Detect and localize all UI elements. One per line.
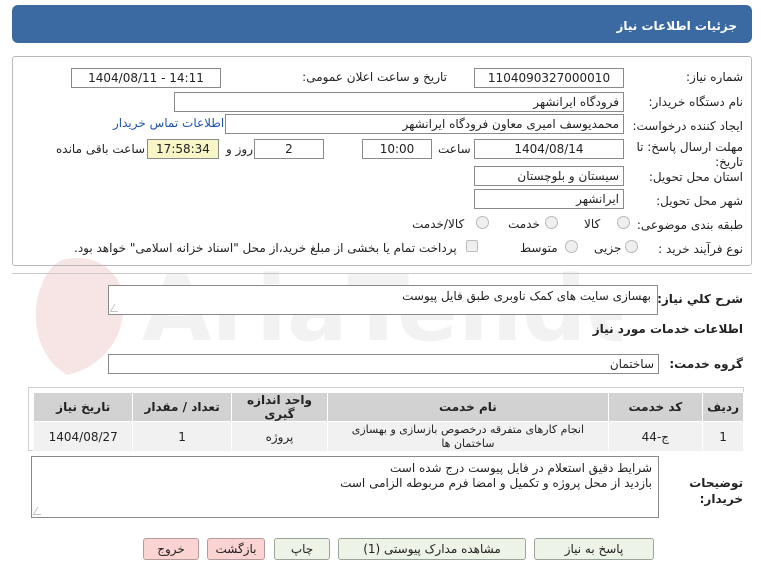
days-and-label: روز و [226,142,253,156]
back-button[interactable]: بازگشت [207,538,265,560]
col-date-header: تاریخ نیاز [32,392,134,422]
payment-note: پرداخت تمام یا بخشی از مبلغ خرید،از محل … [74,241,457,255]
general-desc-text: بهسازی سایت های کمک ناوبری طبق فایل پیوس… [402,289,651,303]
cell-row: 1 [702,421,744,452]
exit-button[interactable]: خروج [143,538,199,560]
time-left-label: ساعت باقی مانده [56,142,146,156]
process-minor-radio[interactable] [625,240,638,253]
deadline-label: مهلت ارسال پاسخ: تا تاریخ: [636,140,743,169]
items-table: ردیف کد خدمت نام خدمت واحد اندازه گیری ت… [32,392,744,452]
resize-grip[interactable] [109,304,123,312]
province-field: سیستان و بلوچستان [474,166,624,186]
treasury-checkbox[interactable] [466,240,478,252]
process-type-label: نوع فرآیند خرید : [658,242,743,256]
process-medium-label: متوسط [520,241,558,255]
col-code-header: کد خدمت [607,392,704,422]
buyer-notes-field: شرایط دقیق استعلام در فایل پیوست درج شده… [31,456,659,518]
resize-grip[interactable] [32,507,46,515]
buyer-org-field: فرودگاه ایرانشهر [174,92,624,112]
view-attachments-button[interactable]: مشاهده مدارک پیوستی (1) [338,538,526,560]
reply-button[interactable]: پاسخ به نیاز [534,538,654,560]
category-service-label: خدمت [508,217,540,231]
table-header-row: ردیف کد خدمت نام خدمت واحد اندازه گیری ت… [32,392,744,422]
buyer-notes-line-2: بازدید از محل پروژه و تکمیل و امضا فرم م… [340,476,652,490]
category-service-radio[interactable] [545,216,558,229]
time-label: ساعت [438,142,471,156]
general-desc-field: بهسازی سایت های کمک ناوبری طبق فایل پیوس… [108,285,658,315]
table-row: 1 ج-44 انجام کارهای متفرقه درخصوص بازساز… [32,421,744,452]
category-both-label: کالا/خدمت [412,217,465,231]
general-desc-label: شرح کلي نياز: [657,292,743,306]
col-name-header: نام خدمت [327,392,609,422]
service-group-label: گروه خدمت: [669,357,743,371]
buyer-notes-line-1: شرایط دقیق استعلام در فایل پیوست درج شده… [389,461,652,475]
category-goods-label: کالا [584,217,601,231]
col-row-header: ردیف [702,392,744,422]
service-group-field: ساختمان [108,354,659,374]
services-info-title: اطلاعات خدمات مورد نیاز [592,322,743,336]
need-number-field: 1104090327000010 [474,68,624,88]
category-both-radio[interactable] [476,216,489,229]
print-button[interactable]: چاپ [274,538,330,560]
buyer-notes-label: توضیحات خریدار: [689,476,743,506]
divider [12,273,752,274]
announce-datetime-field: 1404/08/11 - 14:11 [71,68,221,88]
cell-name: انجام کارهای متفرقه درخصوص بازسازی و بهس… [327,421,609,452]
cell-date: 1404/08/27 [32,421,134,452]
cell-code: ج-44 [607,421,704,452]
cell-unit: پروژه [230,421,329,452]
col-unit-header: واحد اندازه گیری [230,392,329,422]
remaining-time-field: 17:58:34 [147,139,219,159]
col-qty-header: تعداد / مقدار [132,392,232,422]
process-medium-radio[interactable] [565,240,578,253]
category-goods-radio[interactable] [617,216,630,229]
process-minor-label: جزیی [594,241,622,255]
deadline-time-field: 10:00 [362,139,432,159]
province-label: استان محل تحویل: [648,170,743,184]
buyer-contact-link[interactable]: اطلاعات تماس خریدار [113,116,224,130]
city-field: ایرانشهر [474,189,624,209]
requester-field: محمدیوسف امیری معاون فرودگاه ایرانشهر [225,114,624,134]
buyer-org-label: نام دستگاه خریدار: [648,95,744,109]
requester-label: ایجاد کننده درخواست: [632,119,743,133]
category-label: طبقه بندی موضوعی: [636,218,743,232]
page-title: جزئیات اطلاعات نیاز [616,19,737,33]
deadline-date-field: 1404/08/14 [474,139,624,159]
cell-qty: 1 [132,421,232,452]
announce-datetime-label: تاریخ و ساعت اعلان عمومی: [302,70,447,84]
need-number-label: شماره نیاز: [686,70,743,84]
city-label: شهر محل تحویل: [656,194,743,208]
days-field: 2 [254,139,324,159]
